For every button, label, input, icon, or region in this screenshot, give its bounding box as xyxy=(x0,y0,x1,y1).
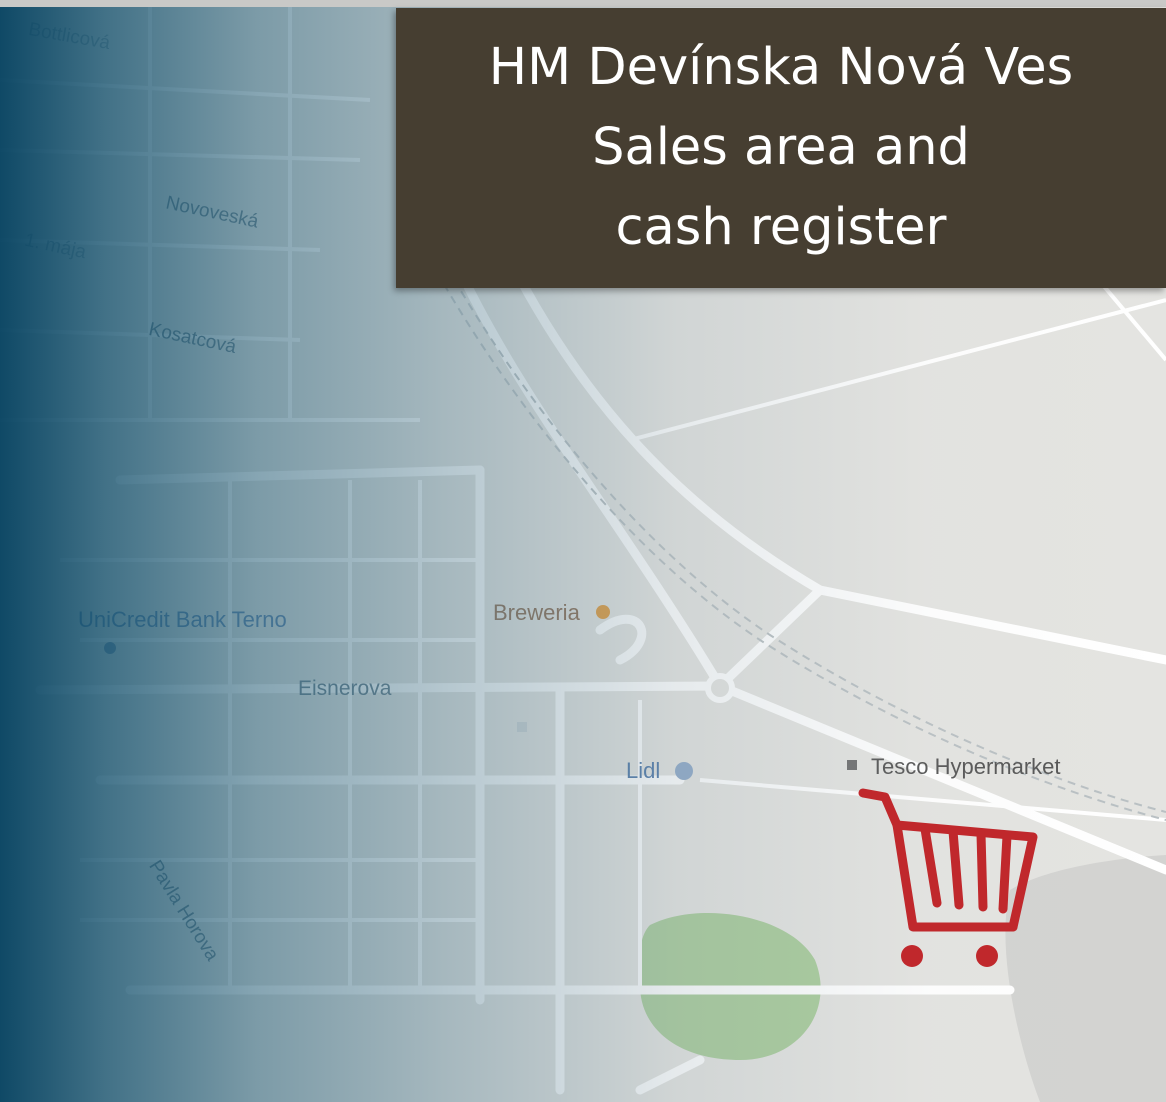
shopping-cart-icon xyxy=(858,788,1038,967)
building-marker-icon xyxy=(517,722,527,732)
shopping-icon xyxy=(675,762,693,780)
roundabout xyxy=(705,673,735,703)
restaurant-icon xyxy=(596,605,610,619)
title-line-1: HM Devínska Nová Ves xyxy=(488,38,1074,97)
street-label-eisnerova: Eisnerova xyxy=(298,677,392,700)
poi-label-lidl: Lidl xyxy=(626,758,661,783)
poi-label-tesco: Tesco Hypermarket xyxy=(871,754,1061,779)
top-border xyxy=(0,0,1166,7)
store-marker-icon xyxy=(847,760,857,770)
bank-icon xyxy=(104,642,116,654)
title-box: HM Devínska Nová Ves Sales area and cash… xyxy=(396,8,1166,288)
poi-label-breweria: Breweria xyxy=(493,600,580,625)
title-line-2: Sales area and xyxy=(592,118,970,177)
title-line-3: cash register xyxy=(615,198,947,257)
poi-label-unicredit: UniCredit Bank Terno xyxy=(78,607,287,632)
